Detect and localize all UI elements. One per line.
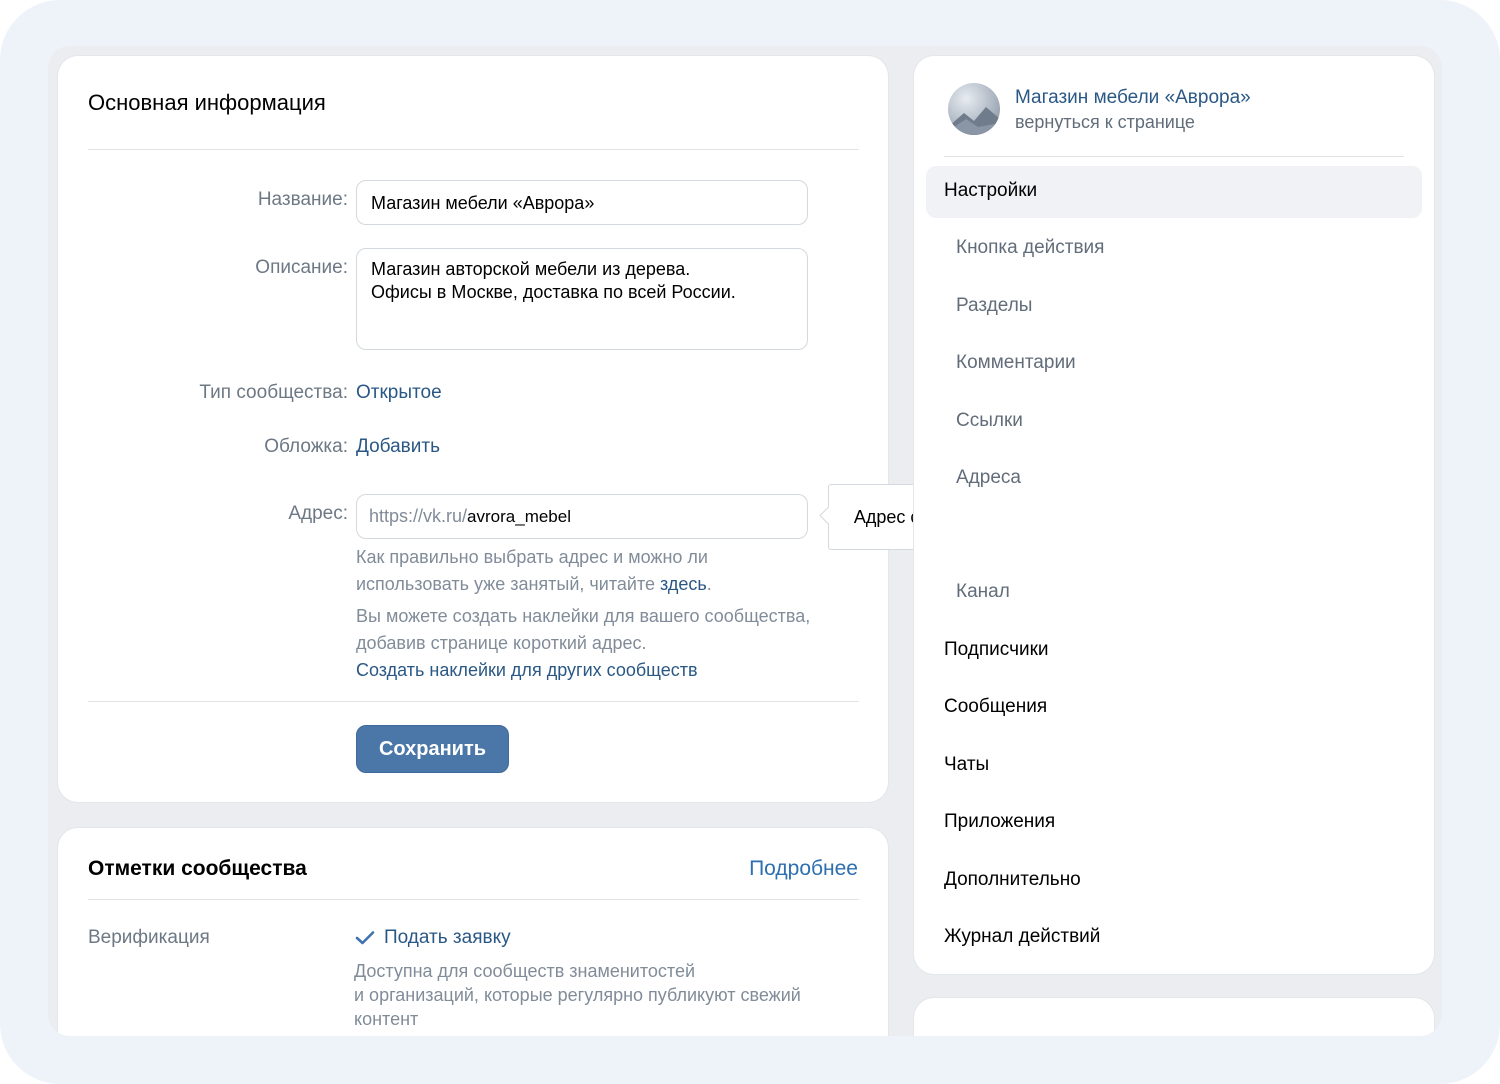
check-icon: [355, 931, 375, 945]
sidebar-item-comments[interactable]: Комментарии: [956, 352, 1076, 374]
sidebar-divider: [944, 156, 1404, 157]
address-hint-link[interactable]: здесь: [660, 574, 707, 594]
description-line-2: Офисы в Москве, доставка по всей России.: [371, 282, 736, 302]
verification-label: Верификация: [88, 927, 210, 948]
verification-description-line-3: контент: [354, 1009, 419, 1029]
more-link[interactable]: Подробнее: [749, 857, 858, 881]
marks-title: Отметки сообщества: [88, 857, 307, 880]
sidebar-item-apps[interactable]: Приложения: [944, 811, 1055, 833]
back-to-page-link[interactable]: вернуться к странице: [1015, 112, 1195, 133]
marks-divider: [88, 899, 859, 900]
save-divider: [88, 701, 859, 702]
address-hint-line-2: использовать уже занятый, читайте здесь.: [356, 571, 856, 598]
sidebar-item-sections[interactable]: Разделы: [956, 295, 1032, 317]
main-info-title: Основная информация: [88, 90, 326, 115]
create-stickers-link[interactable]: Создать наклейки для других сообществ: [356, 657, 866, 684]
sidebar-item-settings[interactable]: Настройки: [944, 180, 1037, 202]
name-input[interactable]: Магазин мебели «Аврора»: [356, 180, 808, 225]
address-hint-text: использовать уже занятый, читайте: [356, 574, 660, 594]
sidebar-item-action-log[interactable]: Журнал действий: [944, 926, 1100, 948]
address-label: Адрес:: [288, 503, 348, 524]
stickers-hint: Вы можете создать наклейки для вашего со…: [356, 603, 866, 684]
verification-description-line-1: Доступна для сообществ знаменитостей: [354, 961, 696, 981]
page-viewport: Основная информация Название: Описание: …: [48, 46, 1442, 1036]
cover-label: Обложка:: [264, 436, 348, 457]
address-prefix: https://vk.ru/: [369, 506, 468, 526]
name-input-value: Магазин мебели «Аврора»: [371, 193, 595, 213]
sidebar-item-channel[interactable]: Канал: [956, 581, 1010, 603]
address-hint: Как правильно выбрать адрес и можно ли и…: [356, 544, 856, 598]
community-marks-card: Отметки сообщества Подробнее Верификация…: [58, 828, 888, 1036]
save-button[interactable]: Сохранить: [356, 725, 509, 773]
sidebar-item-addresses[interactable]: Адреса: [956, 467, 1021, 489]
address-hint-line-1: Как правильно выбрать адрес и можно ли: [356, 547, 708, 567]
sidebar-item-chats[interactable]: Чаты: [944, 754, 989, 776]
avatar-landscape-icon: [948, 107, 1000, 135]
address-input[interactable]: https://vk.ru/avrora_mebel: [356, 494, 808, 539]
verification-description: Доступна для сообществ знаменитостей и о…: [354, 959, 801, 1031]
address-value: avrora_mebel: [467, 507, 571, 526]
sidebar-item-additional[interactable]: Дополнительно: [944, 869, 1081, 891]
sidebar-item-action-button[interactable]: Кнопка действия: [956, 237, 1104, 259]
description-textarea[interactable]: Магазин авторской мебели из дерева. Офис…: [356, 248, 808, 350]
stickers-hint-line-1: Вы можете создать наклейки для вашего со…: [356, 606, 811, 626]
description-line-1: Магазин авторской мебели из дерева.: [371, 259, 691, 279]
community-type-link[interactable]: Открытое: [356, 382, 442, 404]
apply-link[interactable]: Подать заявку: [384, 927, 511, 949]
community-name-link[interactable]: Магазин мебели «Аврора»: [1015, 87, 1251, 109]
apply-row[interactable]: Подать заявку: [355, 927, 511, 949]
community-avatar[interactable]: [948, 83, 1000, 135]
stickers-hint-line-2: добавив странице короткий адрес.: [356, 633, 647, 653]
verification-description-line-2: и организаций, которые регулярно публику…: [354, 985, 801, 1005]
title-divider: [88, 149, 859, 150]
sidebar-secondary-card: [914, 998, 1434, 1036]
outer-frame: Основная информация Название: Описание: …: [0, 0, 1500, 1084]
cover-add-link[interactable]: Добавить: [356, 436, 440, 458]
sidebar-item-messages[interactable]: Сообщения: [944, 696, 1047, 718]
sidebar-item-links[interactable]: Ссылки: [956, 410, 1023, 432]
name-label: Название:: [257, 189, 348, 210]
description-label: Описание:: [255, 257, 348, 278]
address-hint-end: .: [706, 574, 712, 594]
community-type-label: Тип сообщества:: [199, 382, 348, 403]
main-info-card: Основная информация Название: Описание: …: [58, 56, 888, 802]
sidebar-item-subscribers[interactable]: Подписчики: [944, 639, 1049, 661]
